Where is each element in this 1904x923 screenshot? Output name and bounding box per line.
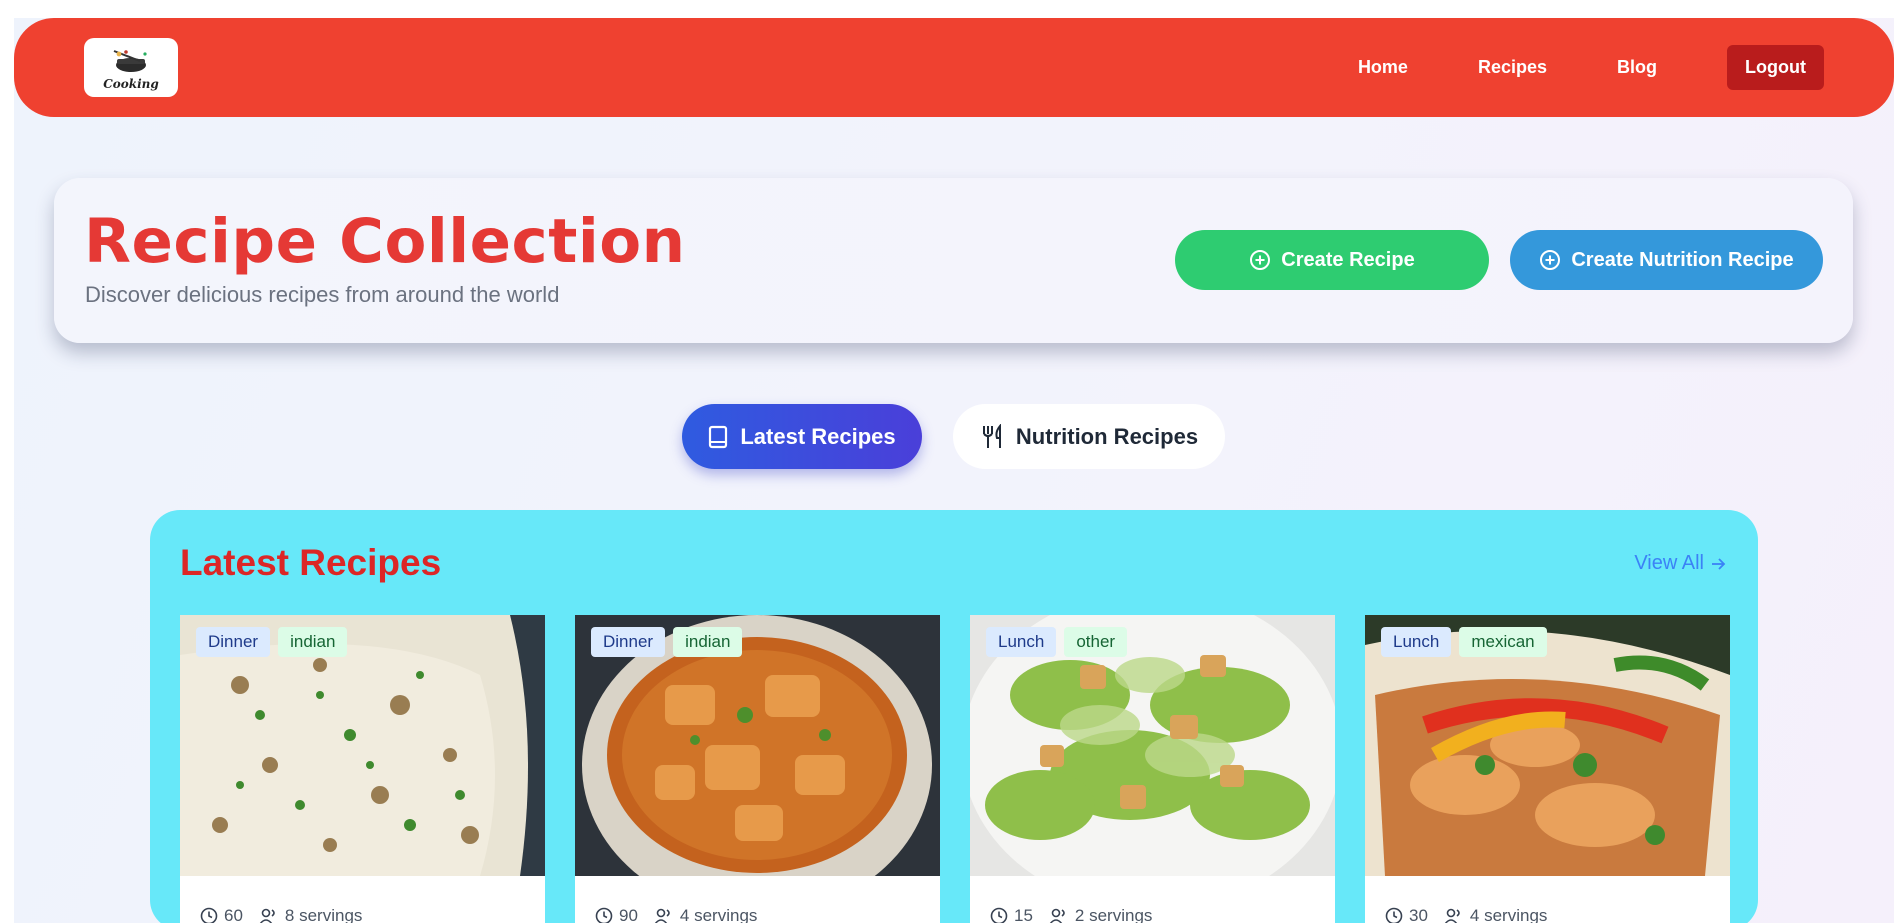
clock-icon (990, 907, 1008, 923)
card-tags: Lunch mexican (1381, 627, 1555, 657)
servings: 4 servings (679, 906, 758, 923)
tab-latest-label: Latest Recipes (740, 423, 896, 449)
meal-type-badge: Lunch (1381, 627, 1452, 657)
logout-button[interactable]: Logout (1727, 45, 1824, 90)
recipe-card[interactable]: Dinner indian 90 4 servings (575, 615, 940, 923)
card-meta: 90 4 servings (595, 906, 757, 923)
card-tags: Lunch other (986, 627, 1135, 657)
card-tags: Dinner indian (196, 627, 355, 657)
nav-link-recipes[interactable]: Recipes (1478, 57, 1547, 78)
nav-link-home[interactable]: Home (1358, 57, 1408, 78)
card-meta: 30 4 servings (1385, 906, 1547, 923)
top-navbar: Cooking Home Recipes Blog Logout (14, 18, 1894, 117)
clock-icon (200, 907, 218, 923)
meal-type-badge: Lunch (986, 627, 1057, 657)
recipe-image: Dinner indian (180, 615, 545, 876)
card-meta: 60 8 servings (200, 906, 362, 923)
cuisine-badge: indian (673, 627, 743, 657)
servings: 8 servings (284, 906, 363, 923)
cooking-pot-icon (113, 49, 147, 72)
cook-time: 60 (224, 906, 243, 923)
hero-card: Recipe Collection Discover delicious rec… (54, 178, 1853, 343)
create-nutrition-label: Create Nutrition Recipe (1571, 248, 1794, 271)
page-title: Recipe Collection (84, 206, 686, 277)
cook-time: 30 (1409, 906, 1428, 923)
latest-recipes-section: Latest Recipes View All Dinner indian 60… (150, 510, 1758, 923)
create-recipe-label: Create Recipe (1281, 248, 1415, 271)
users-icon (1444, 908, 1460, 923)
create-recipe-button[interactable]: Create Recipe (1175, 230, 1489, 290)
cuisine-badge: mexican (1459, 627, 1547, 657)
plus-circle-icon (1250, 250, 1271, 270)
arrow-right-icon (1712, 557, 1726, 570)
book-icon (709, 425, 728, 448)
main-nav: Home Recipes Blog Logout (1358, 45, 1824, 90)
create-nutrition-recipe-button[interactable]: Create Nutrition Recipe (1510, 230, 1823, 290)
nav-link-blog[interactable]: Blog (1617, 57, 1657, 78)
tab-nutrition-label: Nutrition Recipes (1015, 423, 1199, 449)
recipe-image: Dinner indian (575, 615, 940, 876)
section-title: Latest Recipes (180, 542, 442, 583)
logo-text: Cooking (103, 76, 159, 91)
card-tags: Dinner indian (591, 627, 750, 657)
site-logo[interactable]: Cooking (84, 38, 178, 97)
clock-icon (1385, 907, 1403, 923)
servings: 4 servings (1469, 906, 1548, 923)
utensils-icon (982, 423, 1001, 448)
users-icon (259, 908, 275, 923)
cook-time: 15 (1014, 906, 1033, 923)
recipe-image: Lunch other (970, 615, 1335, 876)
meal-type-badge: Dinner (591, 627, 666, 657)
page-subtitle: Discover delicious recipes from around t… (85, 282, 560, 307)
cuisine-badge: indian (278, 627, 348, 657)
view-all-link[interactable]: View All (1634, 552, 1726, 575)
cuisine-badge: other (1064, 627, 1128, 657)
servings: 2 servings (1074, 906, 1153, 923)
recipe-card[interactable]: Dinner indian 60 8 servings (180, 615, 545, 923)
card-meta: 15 2 servings (990, 906, 1152, 923)
users-icon (1049, 908, 1065, 923)
recipe-card[interactable]: Lunch other 15 2 servings (970, 615, 1335, 923)
meal-type-badge: Dinner (196, 627, 271, 657)
users-icon (654, 908, 670, 923)
plus-circle-icon (1540, 250, 1561, 270)
clock-icon (595, 907, 613, 923)
tab-latest-recipes[interactable]: Latest Recipes (682, 404, 922, 469)
recipe-image: Lunch mexican (1365, 615, 1730, 876)
view-all-label: View All (1634, 552, 1704, 574)
cook-time: 90 (619, 906, 638, 923)
recipe-card[interactable]: Lunch mexican 30 4 servings (1365, 615, 1730, 923)
tab-nutrition-recipes[interactable]: Nutrition Recipes (953, 404, 1225, 469)
